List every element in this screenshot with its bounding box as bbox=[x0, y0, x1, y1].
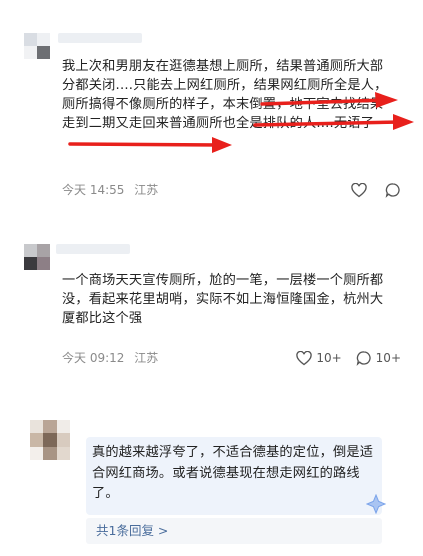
comment-text: 真的越来越浮夸了，不适合德基的定位，倒是适合网红商场。或者说德基现在想走网红的路… bbox=[92, 445, 374, 501]
comment-3: 真的越来越浮夸了，不适合德基的定位，倒是适合网红商场。或者说德基现在想走网红的路… bbox=[0, 0, 423, 556]
avatar[interactable] bbox=[30, 420, 70, 460]
sparkle-icon bbox=[366, 494, 386, 514]
view-replies-link[interactable]: 共1条回复 > bbox=[86, 518, 382, 544]
